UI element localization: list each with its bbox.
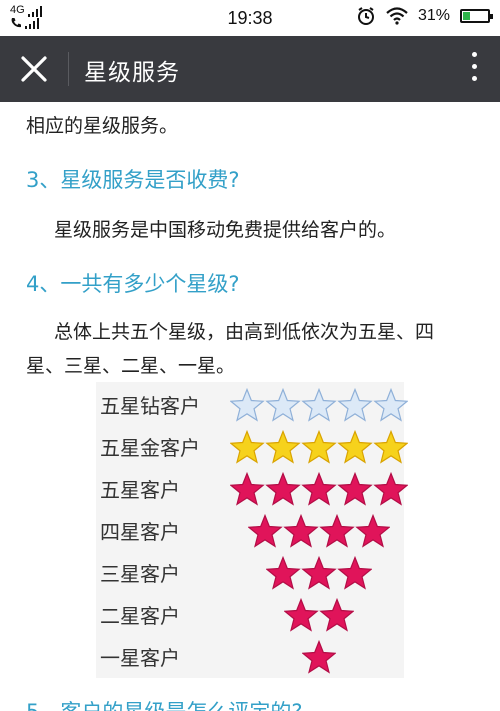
q4-answer-line1: 总体上共五个星级，由高到低依次为五星、四 [54, 321, 435, 343]
star-rating [302, 640, 336, 674]
q4-answer-line2: 星、三星、二星、一星。 [26, 355, 236, 377]
star-icon [230, 430, 265, 464]
star-rating [248, 514, 390, 548]
alarm-icon [357, 7, 374, 25]
star-level-row: 四星客户 [96, 510, 404, 552]
q5-heading: 5、客户的星级是怎么评定的? [26, 696, 303, 711]
star-level-label: 二星客户 [100, 604, 180, 628]
star-icon [248, 514, 283, 548]
star-level-row: 五星客户 [96, 468, 408, 510]
star-rating [230, 430, 408, 464]
star-icon [284, 598, 319, 632]
q4-heading: 4、一共有多少个星级? [26, 272, 240, 296]
status-bar: 4G 19:38 31% [0, 0, 500, 36]
star-level-label: 五星客户 [100, 478, 180, 502]
star-icon [265, 472, 301, 506]
close-button[interactable] [14, 50, 54, 88]
star-icon [337, 388, 373, 422]
star-icon [283, 514, 319, 548]
status-icons: 31% [356, 6, 493, 26]
intro-text: 相应的星级服务。 [26, 115, 179, 137]
star-icon [265, 430, 301, 464]
star-icon [373, 388, 408, 422]
star-rating [284, 598, 354, 632]
more-vertical-icon [471, 52, 477, 57]
star-icon [301, 556, 337, 590]
star-level-label: 五星金客户 [100, 436, 200, 460]
q3-heading: 3、星级服务是否收费? [26, 168, 240, 192]
star-icon [355, 514, 390, 548]
star-icon [373, 472, 408, 506]
star-level-row: 一星客户 [96, 636, 404, 678]
battery-percent: 31% [417, 7, 450, 24]
star-level-label: 四星客户 [100, 520, 180, 544]
star-icon [373, 430, 408, 464]
more-button[interactable] [468, 52, 480, 86]
star-level-table: 五星钻客户五星金客户五星客户四星客户三星客户二星客户一星客户 [96, 382, 408, 678]
star-level-label: 五星钻客户 [100, 394, 200, 418]
star-icon [337, 472, 373, 506]
star-icon [266, 556, 301, 590]
star-icon [230, 472, 265, 506]
star-icon [337, 430, 373, 464]
star-level-label: 三星客户 [100, 562, 180, 586]
close-icon [21, 56, 47, 82]
star-icon [301, 472, 337, 506]
article-content: 相应的星级服务。 3、星级服务是否收费? 星级服务是中国移动免费提供给客户的。 … [0, 102, 500, 711]
more-vertical-icon-dot [471, 64, 477, 69]
battery-icon [460, 9, 493, 23]
nav-bar: 星级服务 [0, 36, 500, 102]
star-level-row: 二星客户 [96, 594, 404, 636]
battery-level [463, 12, 470, 20]
star-icon [319, 598, 354, 632]
star-icon [301, 388, 337, 422]
star-icon [302, 640, 336, 674]
star-rating [266, 556, 372, 590]
nav-divider [68, 52, 69, 86]
star-level-row: 五星钻客户 [96, 384, 408, 426]
star-rating [230, 472, 408, 506]
star-level-row: 五星金客户 [96, 426, 408, 468]
more-vertical-icon-dot [471, 76, 477, 81]
wifi-icon [386, 7, 408, 25]
star-icon [319, 514, 355, 548]
star-level-label: 一星客户 [100, 646, 180, 670]
star-icon [301, 430, 337, 464]
q3-answer: 星级服务是中国移动免费提供给客户的。 [54, 219, 397, 241]
star-icon [265, 388, 301, 422]
page-title: 星级服务 [84, 60, 180, 86]
star-icon [230, 388, 265, 422]
star-level-row: 三星客户 [96, 552, 404, 594]
star-icon [337, 556, 372, 590]
star-rating [230, 388, 408, 422]
